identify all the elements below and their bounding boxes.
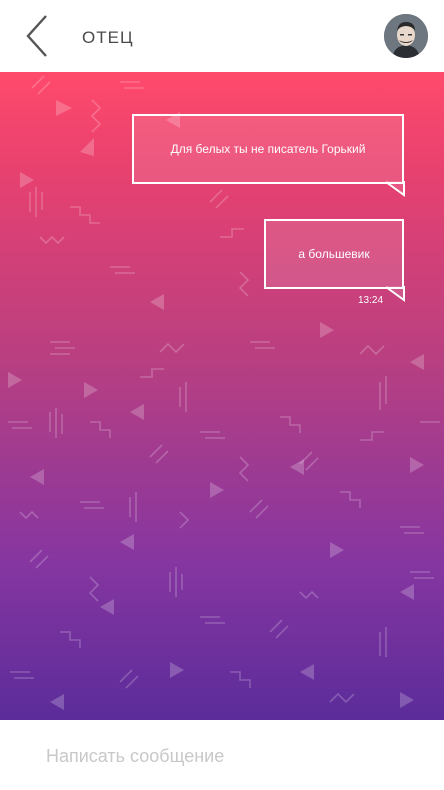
avatar-portrait-image (384, 14, 428, 58)
message-composer (0, 720, 444, 790)
message-text: а большевик (298, 247, 370, 261)
contact-avatar[interactable] (384, 14, 428, 58)
back-button[interactable] (20, 14, 54, 58)
message-input[interactable] (44, 740, 408, 772)
contact-name: ОТЕЦ (82, 28, 134, 47)
bubble-tail-1 (385, 181, 405, 197)
message-bubble-2[interactable]: а большевик (264, 219, 404, 289)
message-time: 13:24 (358, 295, 384, 306)
chat-area[interactable]: Для белых ты не писатель Горький а больш… (0, 72, 444, 720)
message-text: Для белых ты не писатель Горький (170, 142, 366, 156)
message-bubble-1[interactable]: Для белых ты не писатель Горький (132, 114, 404, 184)
chevron-left-icon (26, 15, 47, 57)
bubble-tail-2 (385, 286, 405, 302)
chat-header: ОТЕЦ (0, 0, 444, 72)
